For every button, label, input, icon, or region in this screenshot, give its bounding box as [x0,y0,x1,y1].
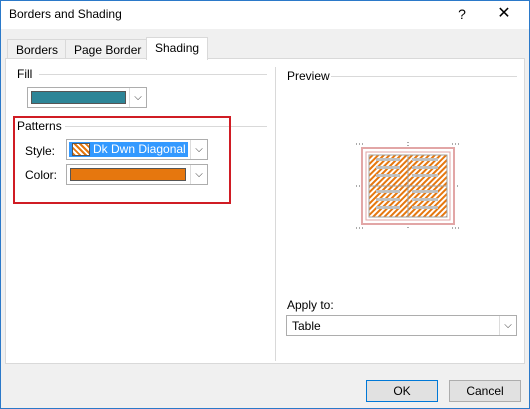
preview-text-line [376,158,400,161]
fill-group-label: Fill [17,67,33,81]
close-button[interactable]: ✕ [491,4,517,24]
preview-text-line [376,166,400,169]
tab-strip: Borders Page Border Shading [1,37,530,60]
preview-text-line [412,166,438,169]
cancel-button[interactable]: Cancel [449,380,521,402]
preview-text-line [412,198,438,201]
preview-label: Preview [287,69,330,83]
apply-to-dropdown[interactable]: Table ⌵ [286,315,517,336]
help-button[interactable]: ? [451,4,473,24]
preview-divider [331,76,517,77]
chevron-down-icon: ⌵ [129,88,146,107]
tab-page-border[interactable]: Page Border [65,39,151,59]
dialog-title: Borders and Shading [9,7,122,21]
preview-text-line [412,206,438,209]
preview-text-line [412,190,438,193]
panel-separator [275,67,276,361]
preview-text-line [412,174,438,177]
fill-color-swatch [31,91,126,104]
borders-and-shading-dialog: Borders and Shading ? ✕ Borders Page Bor… [0,0,530,409]
preview-text-line [376,190,400,193]
title-bar: Borders and Shading ? ✕ [1,1,529,29]
tab-shading[interactable]: Shading [146,37,209,60]
tab-borders[interactable]: Borders [7,39,68,59]
chevron-down-icon: ⌵ [499,316,516,335]
fill-color-dropdown[interactable]: ⌵ [27,87,147,108]
fill-divider [39,74,267,75]
preview-text-line [412,158,438,161]
preview-text-line [376,206,400,209]
table-preview [356,142,460,230]
ok-button[interactable]: OK [366,380,438,402]
apply-to-value: Table [292,319,321,333]
patterns-highlight-annotation [13,116,231,204]
preview-text-line [376,198,400,201]
preview-text-line [376,174,400,177]
apply-to-label: Apply to: [287,298,334,312]
